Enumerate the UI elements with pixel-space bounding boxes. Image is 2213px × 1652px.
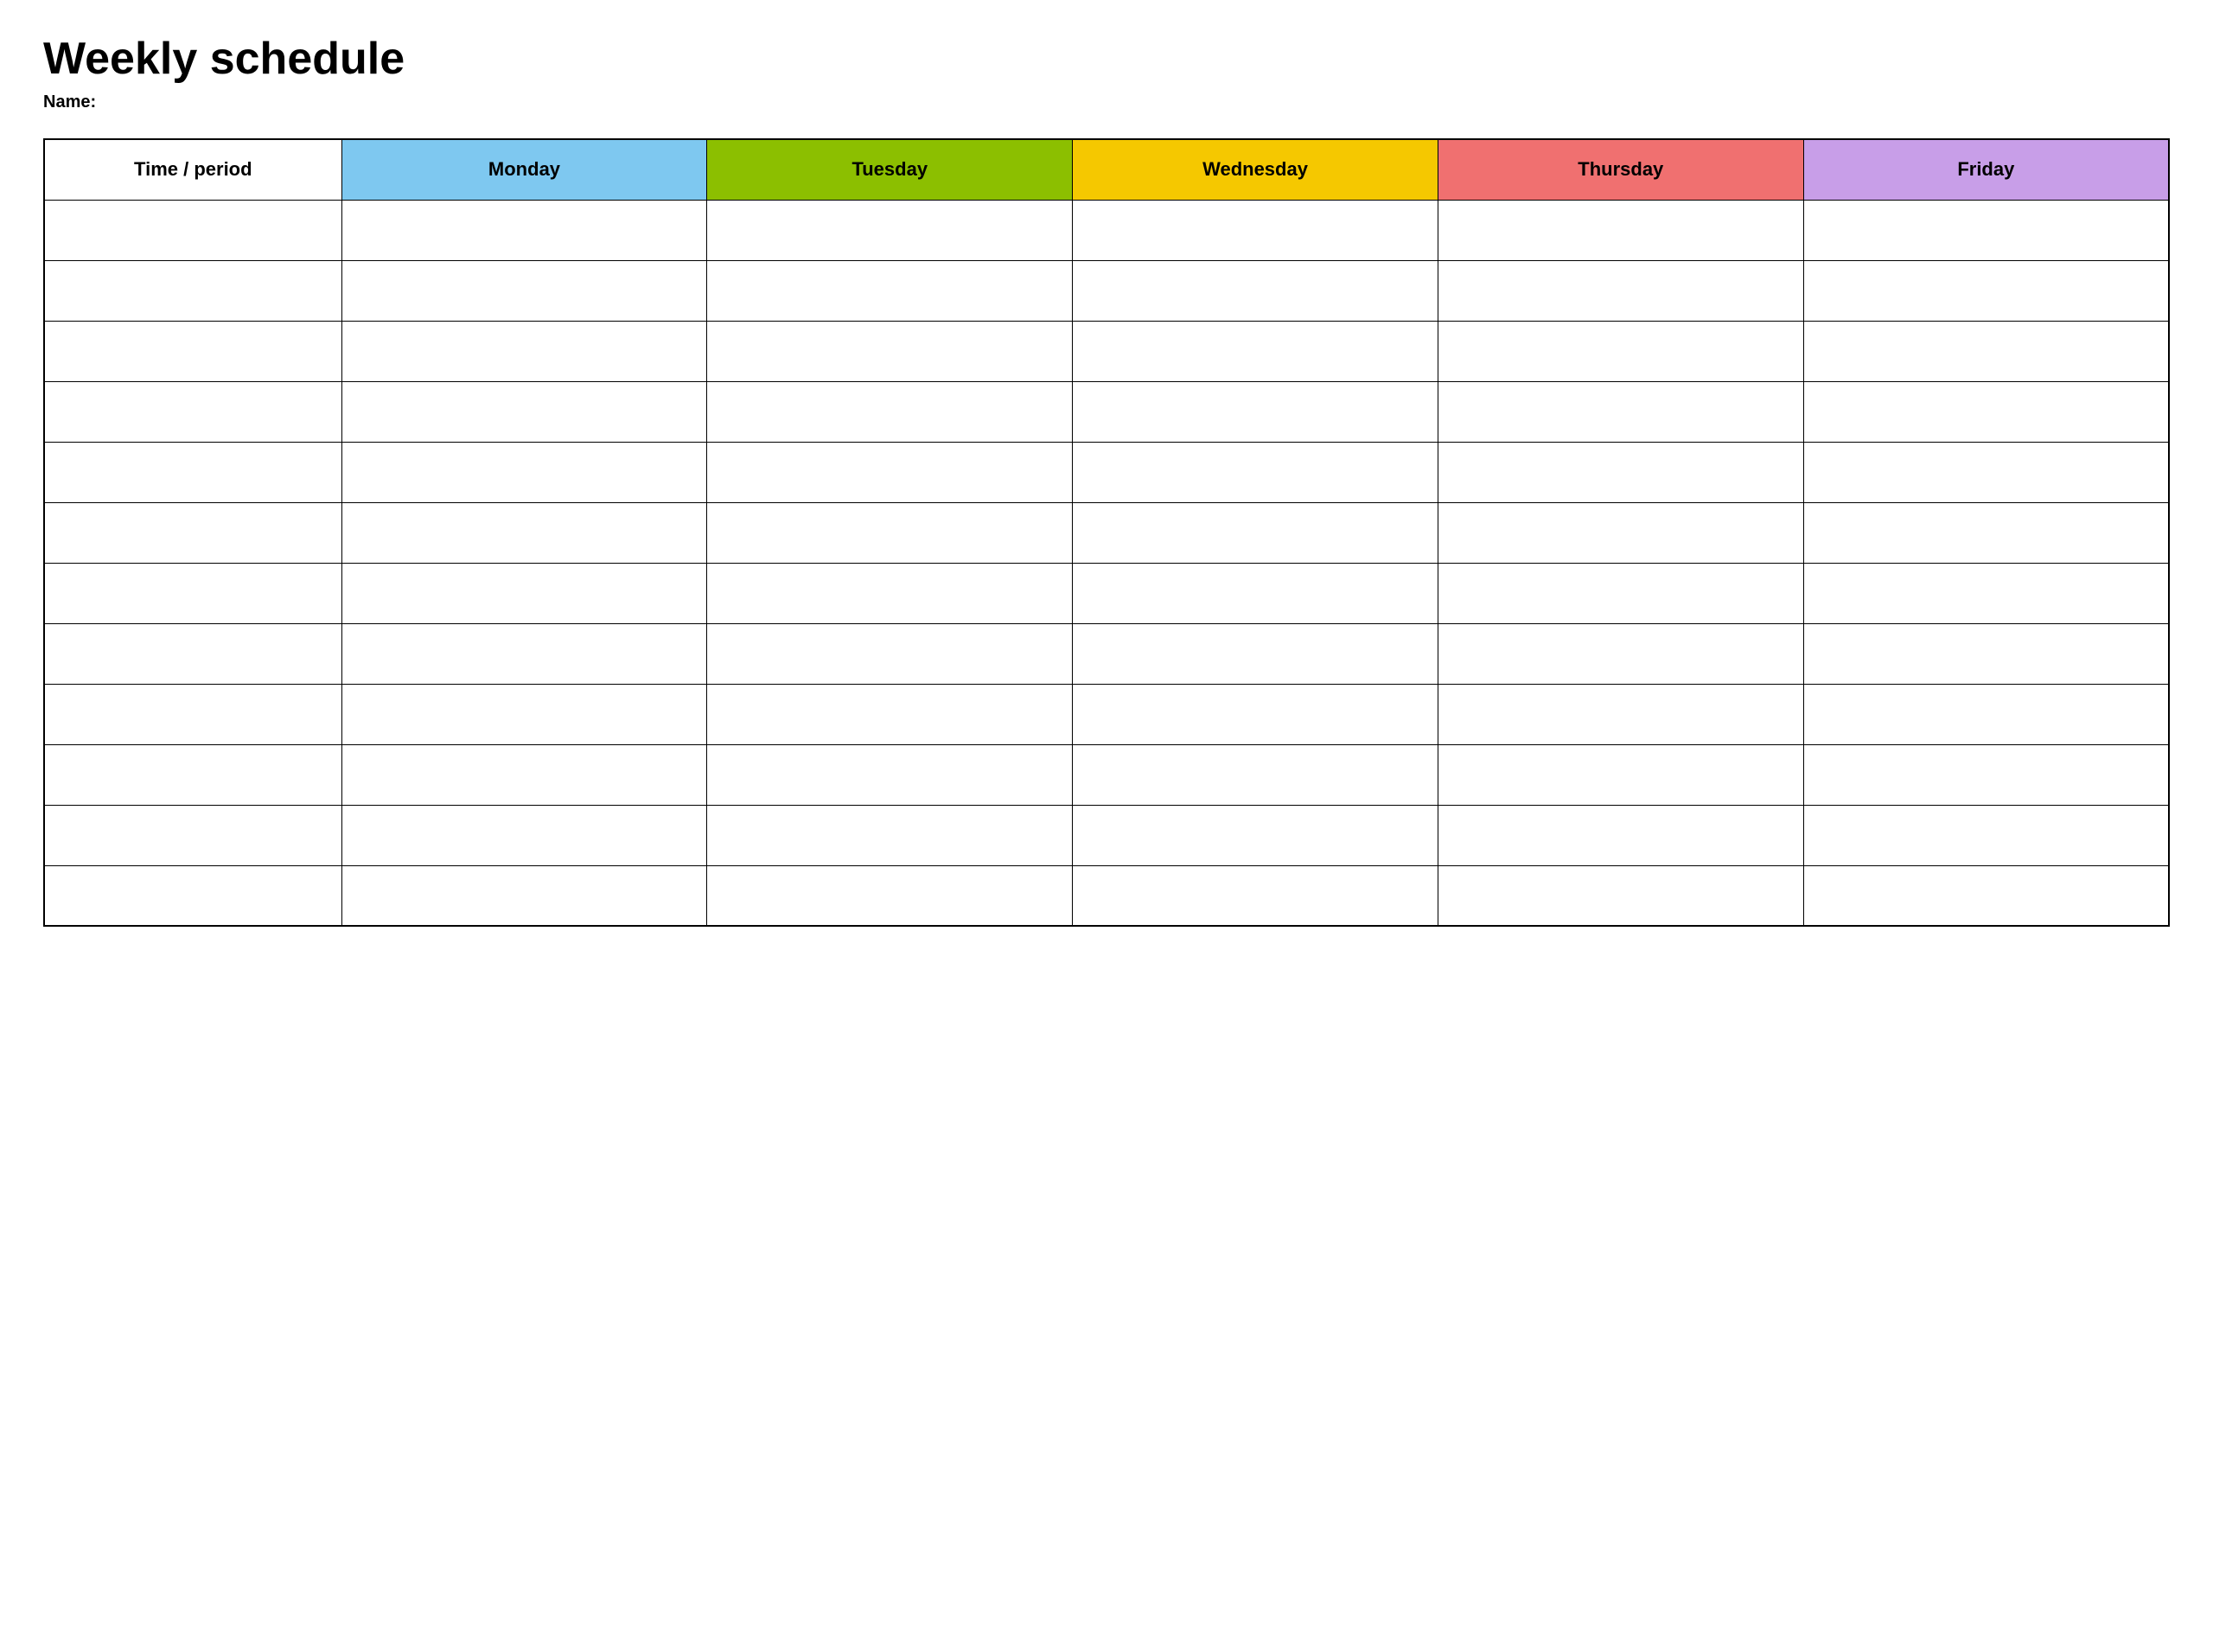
wednesday-cell[interactable] [1073,805,1438,865]
monday-cell[interactable] [341,563,707,623]
wednesday-cell[interactable] [1073,502,1438,563]
wednesday-cell[interactable] [1073,563,1438,623]
tuesday-cell[interactable] [707,260,1073,321]
tuesday-cell[interactable] [707,563,1073,623]
table-row[interactable] [44,744,2169,805]
friday-cell[interactable] [1803,563,2169,623]
time-cell[interactable] [44,381,341,442]
table-row[interactable] [44,684,2169,744]
wednesday-cell[interactable] [1073,442,1438,502]
table-row[interactable] [44,563,2169,623]
tuesday-cell[interactable] [707,805,1073,865]
monday-cell[interactable] [341,805,707,865]
tuesday-cell[interactable] [707,442,1073,502]
friday-cell[interactable] [1803,200,2169,260]
wednesday-cell[interactable] [1073,744,1438,805]
wednesday-cell[interactable] [1073,321,1438,381]
monday-cell[interactable] [341,744,707,805]
thursday-cell[interactable] [1438,684,1803,744]
thursday-cell[interactable] [1438,563,1803,623]
wednesday-cell[interactable] [1073,865,1438,926]
friday-cell[interactable] [1803,865,2169,926]
friday-cell[interactable] [1803,381,2169,442]
tuesday-cell[interactable] [707,381,1073,442]
monday-cell[interactable] [341,623,707,684]
table-row[interactable] [44,805,2169,865]
table-row[interactable] [44,200,2169,260]
time-cell[interactable] [44,744,341,805]
table-row[interactable] [44,442,2169,502]
column-header-friday: Friday [1803,139,2169,200]
table-header-row: Time / period Monday Tuesday Wednesday T… [44,139,2169,200]
tuesday-cell[interactable] [707,865,1073,926]
table-row[interactable] [44,623,2169,684]
page-title: Weekly schedule [43,35,2170,84]
time-cell[interactable] [44,623,341,684]
wednesday-cell[interactable] [1073,623,1438,684]
monday-cell[interactable] [341,381,707,442]
time-cell[interactable] [44,321,341,381]
table-row[interactable] [44,865,2169,926]
tuesday-cell[interactable] [707,321,1073,381]
column-header-monday: Monday [341,139,707,200]
thursday-cell[interactable] [1438,744,1803,805]
name-label: Name: [43,92,2170,112]
friday-cell[interactable] [1803,442,2169,502]
time-cell[interactable] [44,200,341,260]
thursday-cell[interactable] [1438,442,1803,502]
weekly-schedule-table: Time / period Monday Tuesday Wednesday T… [43,138,2170,927]
thursday-cell[interactable] [1438,381,1803,442]
monday-cell[interactable] [341,260,707,321]
column-header-time: Time / period [44,139,341,200]
table-row[interactable] [44,502,2169,563]
time-cell[interactable] [44,684,341,744]
time-cell[interactable] [44,805,341,865]
tuesday-cell[interactable] [707,744,1073,805]
monday-cell[interactable] [341,200,707,260]
thursday-cell[interactable] [1438,200,1803,260]
friday-cell[interactable] [1803,321,2169,381]
monday-cell[interactable] [341,865,707,926]
column-header-wednesday: Wednesday [1073,139,1438,200]
time-cell[interactable] [44,563,341,623]
thursday-cell[interactable] [1438,321,1803,381]
friday-cell[interactable] [1803,502,2169,563]
monday-cell[interactable] [341,321,707,381]
monday-cell[interactable] [341,442,707,502]
monday-cell[interactable] [341,502,707,563]
thursday-cell[interactable] [1438,502,1803,563]
thursday-cell[interactable] [1438,260,1803,321]
column-header-tuesday: Tuesday [707,139,1073,200]
friday-cell[interactable] [1803,623,2169,684]
table-row[interactable] [44,321,2169,381]
wednesday-cell[interactable] [1073,260,1438,321]
friday-cell[interactable] [1803,744,2169,805]
thursday-cell[interactable] [1438,865,1803,926]
friday-cell[interactable] [1803,684,2169,744]
friday-cell[interactable] [1803,260,2169,321]
monday-cell[interactable] [341,684,707,744]
tuesday-cell[interactable] [707,623,1073,684]
tuesday-cell[interactable] [707,684,1073,744]
column-header-thursday: Thursday [1438,139,1803,200]
wednesday-cell[interactable] [1073,684,1438,744]
wednesday-cell[interactable] [1073,381,1438,442]
friday-cell[interactable] [1803,805,2169,865]
time-cell[interactable] [44,442,341,502]
table-row[interactable] [44,260,2169,321]
time-cell[interactable] [44,260,341,321]
tuesday-cell[interactable] [707,502,1073,563]
thursday-cell[interactable] [1438,805,1803,865]
table-row[interactable] [44,381,2169,442]
time-cell[interactable] [44,865,341,926]
time-cell[interactable] [44,502,341,563]
thursday-cell[interactable] [1438,623,1803,684]
tuesday-cell[interactable] [707,200,1073,260]
wednesday-cell[interactable] [1073,200,1438,260]
